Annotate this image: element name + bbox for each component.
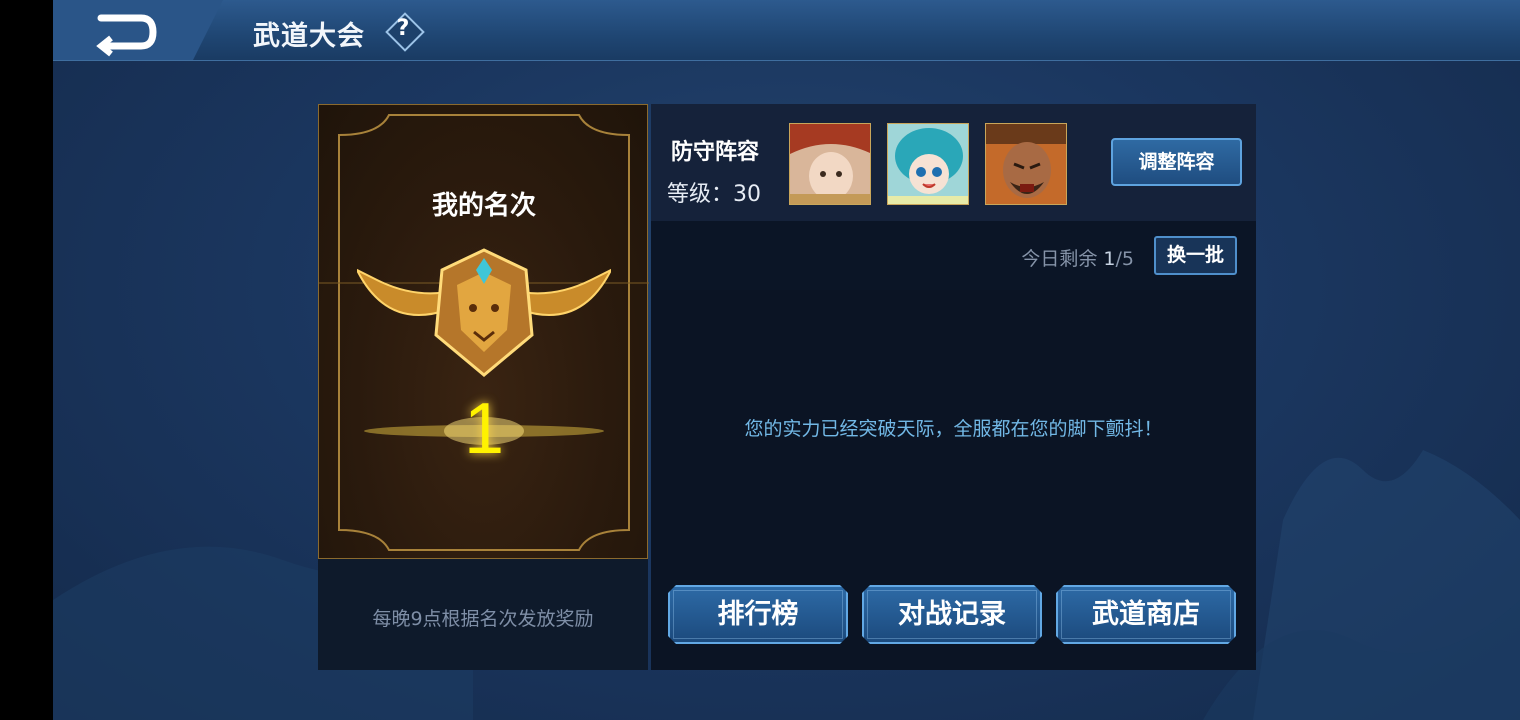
leaderboard-button[interactable]: 排行榜: [668, 585, 848, 644]
hero-portrait-2[interactable]: [887, 123, 969, 205]
top-bar: 武道大会 ?: [53, 0, 1520, 61]
battle-record-button[interactable]: 对战记录: [862, 585, 1042, 644]
game-screen: 武道大会 ? 我的名次 1 每晚9点根据名次发放奖励 防守阵容 等级：30 调整…: [53, 0, 1520, 720]
defense-lineup-title: 防守阵容: [671, 140, 760, 165]
rank-label: 我的名次: [431, 191, 536, 221]
hero-portrait-1[interactable]: [789, 123, 871, 205]
hero-girl-red-hat-icon: [790, 124, 870, 204]
golden-wolf-emblem-icon: [357, 248, 611, 377]
reward-note: 每晚9点根据名次发放奖励: [372, 608, 594, 630]
back-button[interactable]: [53, 0, 223, 60]
refresh-row: 今日剩余 1/5 换一批: [651, 221, 1256, 290]
status-message: 您的实力已经突破天际，全服都在您的脚下颤抖！: [744, 418, 1163, 440]
rank-number: 1: [463, 389, 505, 469]
rank-card: 我的名次 1: [318, 104, 649, 559]
rank-panel: 我的名次 1 每晚9点根据名次发放奖励: [318, 104, 649, 670]
remaining-attempts: 今日剩余 1/5: [1021, 244, 1134, 271]
hero-portrait-3[interactable]: [985, 123, 1067, 205]
adjust-lineup-button[interactable]: 调整阵容: [1111, 138, 1242, 186]
page-title: 武道大会: [253, 21, 365, 52]
shop-button[interactable]: 武道商店: [1056, 585, 1236, 644]
question-mark-icon: ?: [396, 16, 410, 41]
defense-lineup-level: 等级：30: [667, 182, 761, 207]
back-arrow-icon: [53, 0, 223, 60]
refresh-opponents-button[interactable]: 换一批: [1154, 236, 1237, 275]
remaining-total: /5: [1115, 248, 1135, 270]
opponent-panel: 防守阵容 等级：30 调整阵容 今日剩余 1/5 换一批 您的实力已经突破天际，…: [651, 104, 1256, 670]
remaining-label: 今日剩余: [1021, 248, 1098, 270]
remaining-current: 1: [1103, 248, 1116, 270]
hero-girl-teal-hair-icon: [888, 124, 968, 204]
help-button[interactable]: ?: [385, 12, 425, 52]
defense-lineup-bar: 防守阵容 等级：30 调整阵容: [651, 104, 1256, 221]
hero-bearded-warrior-icon: [986, 124, 1066, 204]
